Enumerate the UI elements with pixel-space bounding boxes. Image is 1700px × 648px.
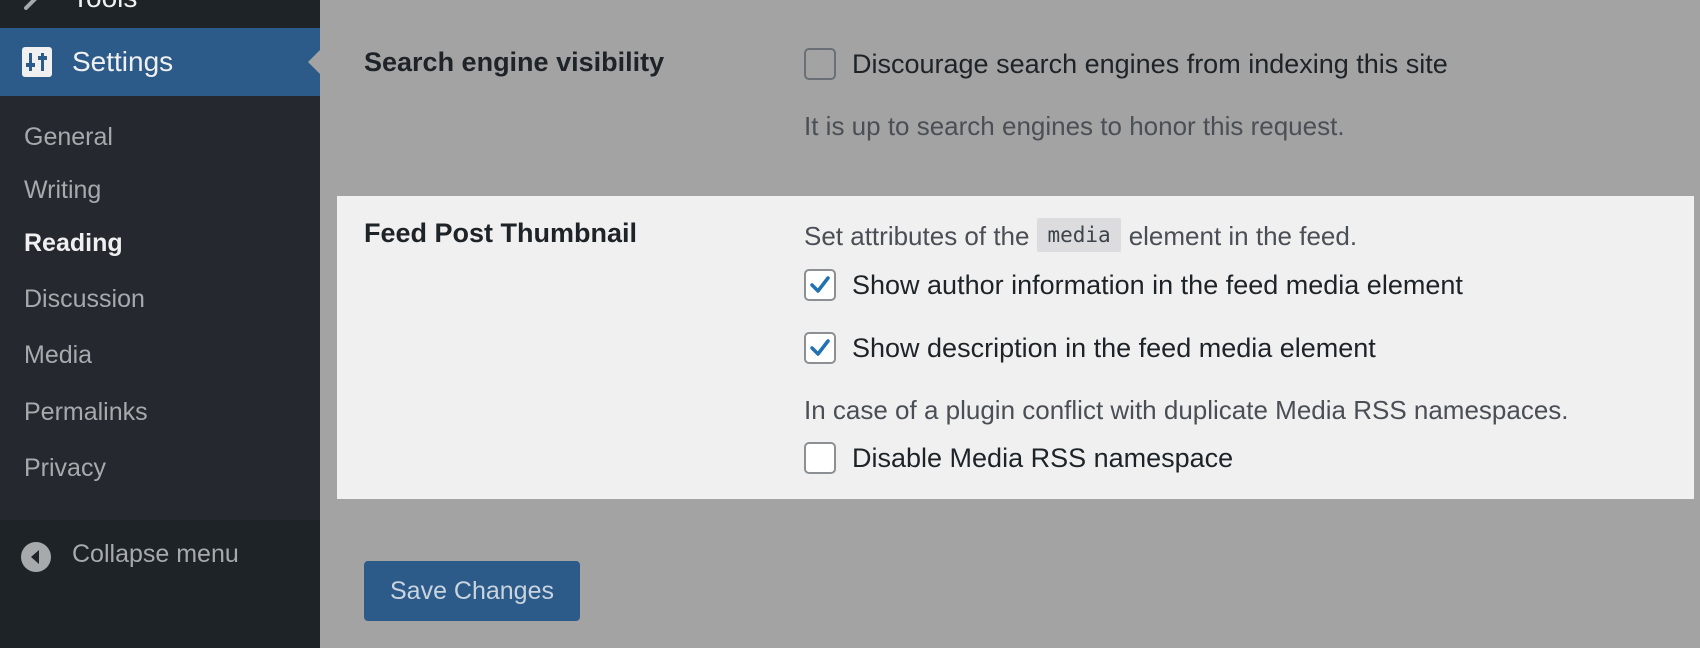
search-visibility-help: It is up to search engines to honor this… (804, 111, 1345, 141)
save-changes-button[interactable]: Save Changes (364, 561, 580, 621)
submenu-item-permalinks[interactable]: Permalinks (24, 398, 148, 427)
discourage-search-checkbox[interactable] (804, 48, 836, 80)
collapse-arrow-icon (20, 541, 52, 573)
menu-item-settings-label: Settings (72, 46, 174, 77)
reading-settings-form: Search engine visibility Discourage sear… (320, 0, 1700, 648)
show-author-label[interactable]: Show author information in the feed medi… (852, 270, 1463, 301)
admin-sidebar: Tools Settings General Writing Reading D… (0, 0, 320, 648)
feed-thumbnail-label: Feed Post Thumbnail (364, 218, 638, 248)
description-prefix: Set attributes of the (804, 221, 1030, 251)
checkmark-icon (810, 339, 830, 356)
namespace-conflict-help: In case of a plugin conflict with duplic… (804, 395, 1569, 425)
show-description-checkbox[interactable] (804, 332, 836, 364)
media-code-tag: media (1037, 218, 1121, 252)
wrench-icon (22, 0, 48, 12)
disable-media-rss-checkbox[interactable] (804, 442, 836, 474)
collapse-menu-button[interactable]: Collapse menu (0, 522, 320, 586)
submenu-item-general[interactable]: General (24, 123, 113, 152)
search-visibility-label: Search engine visibility (364, 47, 665, 77)
menu-item-tools[interactable]: Tools (0, 0, 320, 28)
submenu-item-media[interactable]: Media (24, 341, 92, 370)
current-menu-pointer (308, 50, 320, 74)
collapse-menu-label: Collapse menu (72, 540, 239, 568)
discourage-search-label[interactable]: Discourage search engines from indexing … (852, 49, 1448, 80)
submenu-item-writing[interactable]: Writing (24, 176, 101, 205)
show-author-checkbox[interactable] (804, 269, 836, 301)
feed-thumbnail-description: Set attributes of the media element in the… (804, 218, 1357, 252)
show-description-label[interactable]: Show description in the feed media eleme… (852, 333, 1376, 364)
description-suffix: element in the feed. (1128, 221, 1358, 251)
menu-item-tools-label: Tools (72, 0, 137, 14)
checkmark-icon (810, 276, 830, 293)
submenu-item-reading[interactable]: Reading (24, 229, 123, 258)
disable-media-rss-label[interactable]: Disable Media RSS namespace (852, 443, 1233, 474)
submenu-item-privacy[interactable]: Privacy (24, 454, 106, 483)
settings-sliders-icon (22, 47, 52, 77)
submenu-item-discussion[interactable]: Discussion (24, 285, 145, 314)
menu-item-settings[interactable]: Settings (0, 28, 320, 96)
settings-submenu: General Writing Reading Discussion Media… (0, 96, 320, 520)
